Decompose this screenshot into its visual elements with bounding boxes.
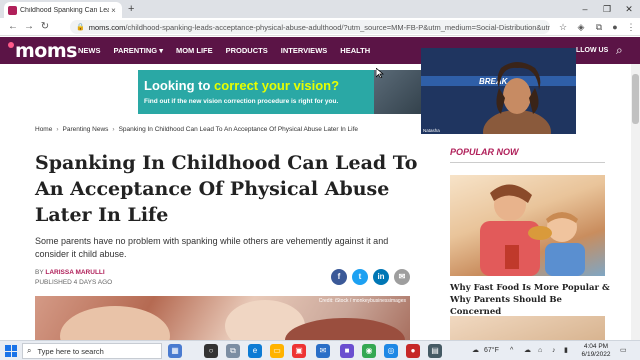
- clock-time: 4:04 PM: [583, 343, 609, 350]
- scrollbar-thumb[interactable]: [632, 74, 639, 124]
- share-linkedin-icon[interactable]: in: [373, 269, 389, 285]
- windows-taskbar: ⌕ Type here to search ▦ ○ ⧉ e ▭ ▣ ✉ ■ ◉ …: [0, 340, 640, 360]
- hero-credit: Credit: iStock / monkeybusinessimages: [318, 298, 406, 304]
- onedrive-icon[interactable]: ☁: [524, 341, 531, 360]
- weather-temperature[interactable]: 67°F: [484, 341, 499, 360]
- divider: [450, 162, 605, 163]
- taskbar-clock[interactable]: 4:04 PM 6/19/2022: [576, 343, 616, 359]
- webcam-person-illustration: BREAK: [421, 48, 576, 134]
- url-path: /childhood-spanking-leads-acceptance-phy…: [125, 22, 550, 32]
- article-dek: Some parents have no problem with spanki…: [35, 236, 389, 259]
- minimize-button[interactable]: –: [574, 0, 596, 18]
- breadcrumb-parenting-news[interactable]: Parenting News: [63, 126, 109, 133]
- edge-icon[interactable]: e: [248, 344, 262, 358]
- breadcrumb-current: Spanking In Childhood Can Lead To An Acc…: [118, 126, 359, 133]
- screen: Childhood Spanking Can Lead To × + – ❐ ✕…: [0, 0, 640, 360]
- extension-icon[interactable]: ◈: [574, 18, 588, 36]
- fast-food-photo-illustration: [480, 184, 585, 276]
- share-email-icon[interactable]: ✉: [394, 269, 410, 285]
- task-view-icon[interactable]: ○: [204, 344, 218, 358]
- share-twitter-icon[interactable]: t: [352, 269, 368, 285]
- site-favicon-icon: [8, 5, 17, 15]
- logo-dot-icon: [8, 42, 14, 48]
- ad-subline: Find out if the new vision correction pr…: [144, 98, 339, 105]
- battery-icon[interactable]: ▮: [564, 341, 568, 360]
- tab-title: Childhood Spanking Can Lead To: [20, 6, 109, 14]
- nav-products[interactable]: PRODUCTS: [226, 46, 268, 55]
- breadcrumb-separator-icon: ›: [56, 126, 59, 133]
- zoom-icon[interactable]: ◎: [384, 344, 398, 358]
- task-view-windows-icon[interactable]: ⧉: [226, 344, 240, 358]
- weather-icon: ☁: [472, 347, 479, 354]
- maximize-button[interactable]: ❐: [596, 0, 618, 18]
- author-link[interactable]: LARISSA MARULLI: [45, 269, 104, 276]
- browser-toolbar: ← → ↻ 🔒 moms.com /childhood-spanking-lea…: [0, 18, 640, 36]
- back-arrow-icon[interactable]: ←: [6, 18, 20, 36]
- tab-close-icon[interactable]: ×: [109, 6, 118, 15]
- article-byline: BY LARISSA MARULLI PUBLISHED 4 DAYS AGO: [35, 269, 113, 286]
- widget-icon[interactable]: ▦: [168, 344, 182, 358]
- breadcrumb-home[interactable]: Home: [35, 126, 52, 133]
- published-date: PUBLISHED 4 DAYS AGO: [35, 279, 113, 286]
- webcam-banner-text: BREAK: [479, 77, 509, 86]
- share-facebook-icon[interactable]: f: [331, 269, 347, 285]
- menu-dots-icon[interactable]: ⋮: [624, 18, 638, 36]
- address-bar[interactable]: 🔒 moms.com /childhood-spanking-leads-acc…: [70, 20, 550, 34]
- page-scrollbar[interactable]: [631, 64, 640, 340]
- nav-parenting[interactable]: PARENTING ▾: [114, 46, 163, 55]
- webcam-label: Natasha: [423, 128, 440, 133]
- nav-interviews[interactable]: INTERVIEWS: [281, 46, 328, 55]
- site-logo[interactable]: moms: [8, 39, 77, 62]
- mouse-cursor-icon: [376, 68, 384, 78]
- breadcrumb-separator-icon: ›: [112, 126, 115, 133]
- app-grey-icon[interactable]: ▤: [428, 344, 442, 358]
- ad-headline: Looking to correct your vision?: [144, 78, 340, 93]
- nav-mom-life[interactable]: MOM LIFE: [176, 46, 213, 55]
- nav-health[interactable]: HEALTH: [340, 46, 370, 55]
- clock-date: 6/19/2022: [581, 351, 611, 358]
- search-icon[interactable]: ⌕: [616, 37, 623, 64]
- volume-icon[interactable]: ♪: [552, 341, 556, 360]
- webcam-overlay: BREAK Natasha: [421, 48, 576, 134]
- lock-icon: 🔒: [76, 24, 85, 31]
- app-red-icon[interactable]: ●: [406, 344, 420, 358]
- taskbar-search-placeholder: Type here to search: [37, 346, 104, 356]
- network-icon[interactable]: ⌂: [538, 341, 542, 360]
- popular-story-image-2[interactable]: [450, 316, 605, 340]
- browser-tabstrip: Childhood Spanking Can Lead To × + – ❐ ✕: [0, 0, 640, 18]
- url-host: moms.com: [88, 22, 126, 32]
- nav-news[interactable]: NEWS: [78, 46, 101, 55]
- article-headline: Spanking In Childhood Can Lead To An Acc…: [35, 152, 418, 226]
- article-hero-image: Credit: iStock / monkeybusinessimages: [35, 296, 410, 340]
- site-nav: NEWS PARENTING ▾ MOM LIFE PRODUCTS INTER…: [78, 37, 383, 64]
- app-purple-icon[interactable]: ■: [340, 344, 354, 358]
- search-icon: ⌕: [27, 346, 32, 355]
- popular-now-heading: POPULAR NOW: [450, 147, 519, 157]
- windows-start-icon[interactable]: [5, 345, 17, 357]
- logo-text: moms: [15, 39, 77, 62]
- reload-icon[interactable]: ↻: [38, 18, 52, 36]
- tray-chevron-icon[interactable]: ^: [510, 341, 513, 360]
- breadcrumb: Home › Parenting News › Spanking In Childhoo…: [35, 126, 358, 133]
- forward-arrow-icon[interactable]: →: [22, 18, 36, 36]
- mail-icon[interactable]: ✉: [316, 344, 330, 358]
- follow-us-link[interactable]: LLOW US: [576, 37, 608, 64]
- taskbar-search[interactable]: ⌕ Type here to search: [22, 343, 162, 359]
- profile-icon[interactable]: ●: [608, 18, 622, 36]
- popular-story-title[interactable]: Why Fast Food Is More Popular & Why Pare…: [450, 282, 610, 318]
- new-tab-button[interactable]: +: [128, 2, 134, 16]
- file-explorer-icon[interactable]: ▭: [270, 344, 284, 358]
- chrome-icon[interactable]: ◉: [362, 344, 376, 358]
- notifications-icon[interactable]: ▭: [620, 341, 627, 360]
- bookmark-star-icon[interactable]: ☆: [556, 18, 570, 36]
- extensions-puzzle-icon[interactable]: ⧉: [592, 18, 606, 36]
- browser-tab-active[interactable]: Childhood Spanking Can Lead To ×: [4, 2, 122, 18]
- app-icon[interactable]: ▣: [292, 344, 306, 358]
- close-window-button[interactable]: ✕: [618, 0, 640, 18]
- popular-story-image[interactable]: [450, 175, 605, 276]
- ad-banner[interactable]: Looking to correct your vision? Find out…: [138, 70, 438, 114]
